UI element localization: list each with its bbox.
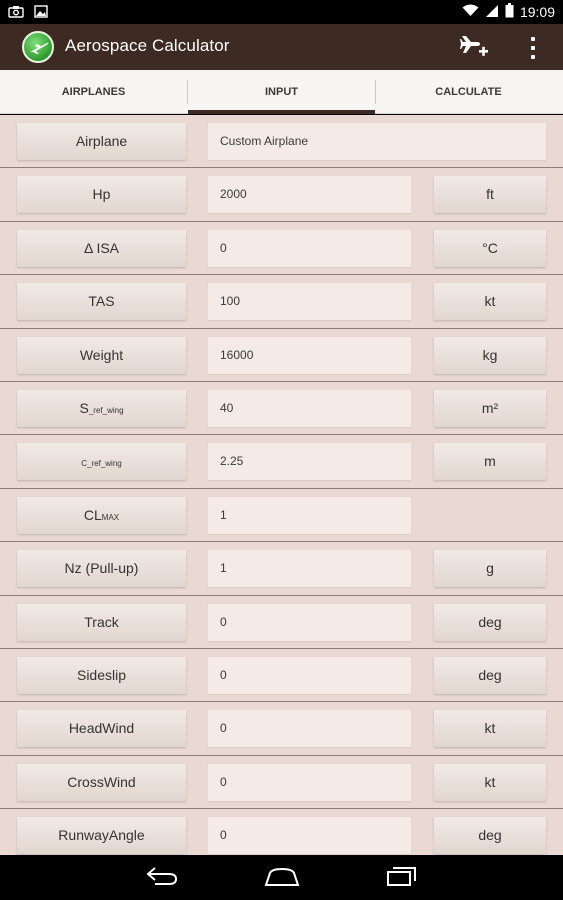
app-title: Aerospace Calculator: [65, 36, 230, 55]
form-row-crosswind: CrossWind 0 kt: [0, 756, 563, 810]
weight-label-button[interactable]: Weight: [17, 336, 186, 374]
runway-angle-unit-button[interactable]: deg: [434, 817, 546, 855]
nz-unit-button[interactable]: g: [434, 550, 546, 588]
wifi-icon: [462, 4, 479, 20]
tas-input[interactable]: 100: [208, 283, 411, 321]
form-row-cl-max: CLMAX 1: [0, 489, 563, 543]
status-bar: 19:09: [0, 0, 563, 24]
crosswind-input[interactable]: 0: [208, 763, 411, 801]
form-row-weight: Weight 16000 kg: [0, 329, 563, 382]
runway-angle-input[interactable]: 0: [208, 817, 411, 855]
nz-label-button[interactable]: Nz (Pull-up): [17, 550, 186, 588]
home-icon[interactable]: [264, 865, 300, 892]
track-input[interactable]: 0: [208, 603, 411, 641]
form-row-c-ref-wing: C_ref_wing 2.25 m: [0, 435, 563, 489]
tab-input[interactable]: INPUT: [188, 70, 375, 114]
c-ref-wing-label-button[interactable]: C_ref_wing: [17, 443, 186, 481]
hp-label-button[interactable]: Hp: [17, 176, 186, 214]
crosswind-unit-button[interactable]: kt: [434, 763, 546, 801]
action-bar: Aerospace Calculator: [0, 24, 563, 70]
battery-icon: [505, 3, 514, 21]
s-ref-wing-label-main: S: [79, 399, 89, 416]
cl-max-input[interactable]: 1: [208, 496, 411, 534]
cl-max-label-main: CL: [83, 506, 102, 523]
s-ref-wing-unit-button[interactable]: m²: [434, 389, 546, 427]
tab-selected-indicator: [188, 110, 375, 114]
s-ref-wing-input[interactable]: 40: [208, 389, 411, 427]
recent-apps-icon[interactable]: [386, 865, 418, 892]
form-row-delta-isa: Δ ISA 0 °C: [0, 222, 563, 276]
hp-unit-button[interactable]: ft: [434, 176, 546, 214]
camera-icon: [8, 5, 24, 23]
form-row-airplane: Airplane Custom Airplane: [0, 115, 563, 169]
overflow-menu-icon[interactable]: [524, 34, 542, 60]
form-row-runway-angle: RunwayAngle 0 deg: [0, 809, 563, 855]
system-nav-bar: [0, 855, 563, 900]
weight-unit-button[interactable]: kg: [434, 336, 546, 374]
sideslip-label-button[interactable]: Sideslip: [17, 656, 186, 694]
delta-isa-label-button[interactable]: Δ ISA: [17, 229, 186, 267]
cl-max-label-button[interactable]: CLMAX: [17, 496, 186, 534]
c-ref-wing-input[interactable]: 2.25: [208, 443, 411, 481]
clock-text: 19:09: [519, 4, 555, 20]
headwind-input[interactable]: 0: [208, 710, 411, 748]
tas-unit-button[interactable]: kt: [434, 283, 546, 321]
app-logo-icon: [22, 31, 54, 63]
tab-bar: AIRPLANES INPUT CALCULATE: [0, 70, 563, 114]
signal-icon: [485, 4, 499, 21]
sideslip-input[interactable]: 0: [208, 656, 411, 694]
form-row-tas: TAS 100 kt: [0, 275, 563, 329]
c-ref-wing-label-sub: _ref_wing: [87, 459, 122, 469]
form-row-s-ref-wing: S_ref_wing 40 m²: [0, 382, 563, 436]
runway-angle-label-button[interactable]: RunwayAngle: [17, 817, 186, 855]
delta-isa-input[interactable]: 0: [208, 229, 411, 267]
weight-input[interactable]: 16000: [208, 336, 411, 374]
form-row-sideslip: Sideslip 0 deg: [0, 649, 563, 703]
s-ref-wing-label-sub: _ref_wing: [88, 405, 124, 415]
sideslip-unit-button[interactable]: deg: [434, 656, 546, 694]
track-label-button[interactable]: Track: [17, 603, 186, 641]
s-ref-wing-label-button[interactable]: S_ref_wing: [17, 389, 186, 427]
airplane-label-button[interactable]: Airplane: [17, 123, 186, 160]
hp-input[interactable]: 2000: [208, 176, 411, 214]
input-form: Airplane Custom Airplane Hp 2000 ft Δ IS…: [0, 115, 563, 855]
headwind-unit-button[interactable]: kt: [434, 710, 546, 748]
cl-max-label-sub: MAX: [101, 512, 120, 522]
form-row-nz: Nz (Pull-up) 1 g: [0, 542, 563, 596]
headwind-label-button[interactable]: HeadWind: [17, 710, 186, 748]
add-airplane-icon[interactable]: [459, 33, 489, 61]
delta-isa-unit-button[interactable]: °C: [434, 229, 546, 267]
form-row-headwind: HeadWind 0 kt: [0, 702, 563, 756]
back-icon[interactable]: [145, 865, 179, 892]
tab-calculate[interactable]: CALCULATE: [375, 70, 562, 114]
track-unit-button[interactable]: deg: [434, 603, 546, 641]
airplane-value-field[interactable]: Custom Airplane: [208, 123, 546, 160]
tab-airplanes[interactable]: AIRPLANES: [0, 70, 187, 114]
c-ref-wing-unit-button[interactable]: m: [434, 443, 546, 481]
tas-label-button[interactable]: TAS: [17, 283, 186, 321]
crosswind-label-button[interactable]: CrossWind: [17, 763, 186, 801]
form-row-hp: Hp 2000 ft: [0, 168, 563, 222]
nz-input[interactable]: 1: [208, 550, 411, 588]
form-row-track: Track 0 deg: [0, 596, 563, 649]
image-icon: [34, 5, 48, 23]
